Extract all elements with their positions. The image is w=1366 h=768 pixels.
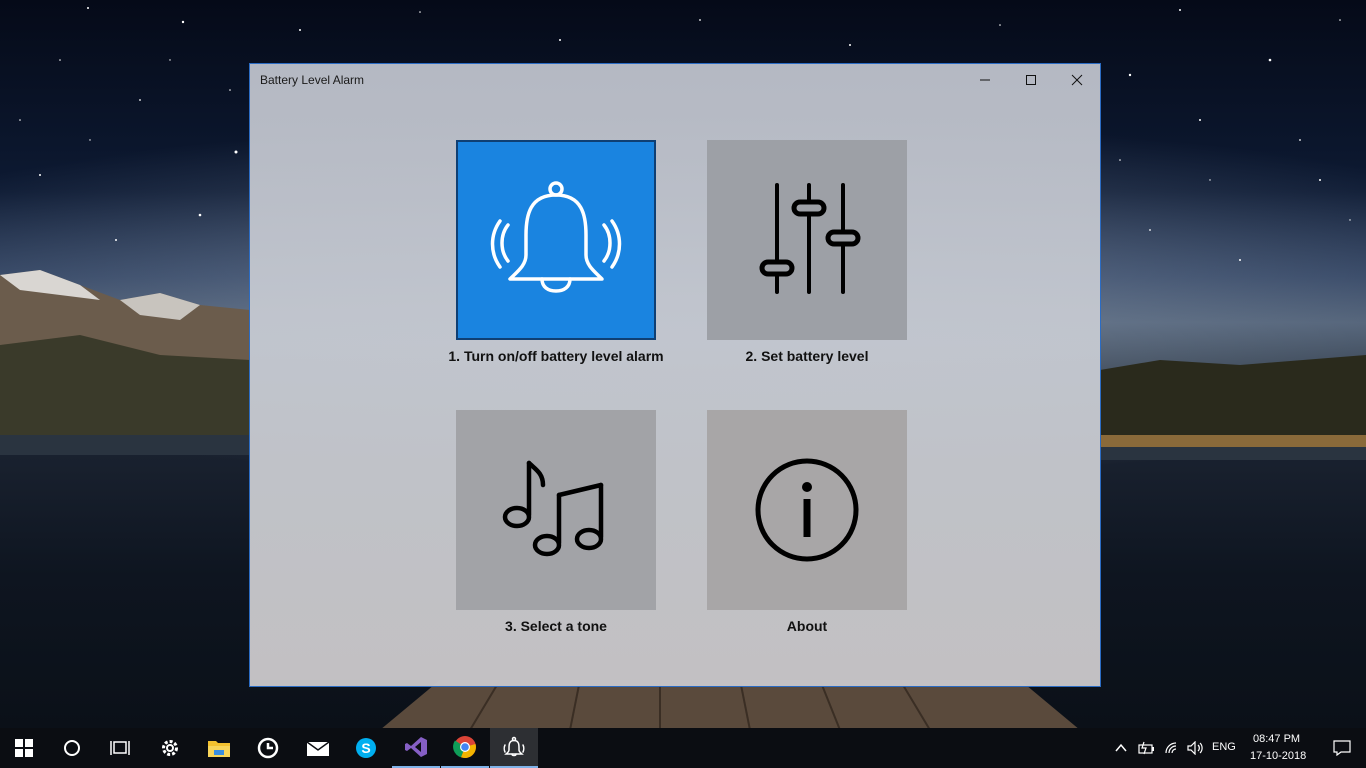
- sliders-icon: [759, 183, 861, 294]
- chrome-button[interactable]: [441, 728, 489, 768]
- mail-icon: [306, 741, 330, 756]
- tile-about[interactable]: [707, 410, 907, 610]
- maximize-button[interactable]: [1008, 64, 1054, 96]
- wooden-pier: [380, 680, 1080, 730]
- mountains-right: [1100, 355, 1366, 460]
- svg-text:S: S: [361, 740, 370, 756]
- file-explorer-icon: [208, 741, 230, 757]
- tile-select-tone[interactable]: [456, 410, 656, 610]
- music-notes-icon: [502, 460, 604, 557]
- tile-set-battery-level[interactable]: [707, 140, 907, 340]
- window-title: Battery Level Alarm: [260, 73, 365, 87]
- cortana-button[interactable]: [48, 728, 96, 768]
- maximize-icon: [1026, 75, 1036, 85]
- visual-studio-button[interactable]: [392, 728, 440, 768]
- task-view-button[interactable]: [96, 728, 144, 768]
- speaker-icon: [1187, 741, 1203, 755]
- app-button[interactable]: [244, 728, 292, 768]
- mountains-left: [0, 270, 250, 455]
- taskbar: S ENG 08:47 PM 17-10-2018: [0, 728, 1366, 768]
- clock-date[interactable]: 17-10-2018: [1250, 750, 1306, 762]
- chrome-icon: [453, 736, 476, 759]
- battery-alarm-button[interactable]: [490, 728, 538, 768]
- close-icon: [1071, 74, 1083, 86]
- start-button[interactable]: [0, 728, 48, 768]
- mail-button[interactable]: [294, 728, 342, 768]
- network-tray-button[interactable]: [1160, 728, 1184, 768]
- battery-alarm-icon: [503, 736, 525, 757]
- app-window: Battery Level Alarm 1. Turn on/off batte…: [249, 63, 1101, 687]
- skype-icon: S: [356, 738, 376, 758]
- wifi-icon: [1165, 742, 1177, 754]
- tile-toggle-alarm[interactable]: [456, 140, 656, 340]
- volume-tray-button[interactable]: [1184, 728, 1208, 768]
- file-explorer-button[interactable]: [195, 728, 243, 768]
- battery-tray-button[interactable]: [1134, 728, 1160, 768]
- action-center-button[interactable]: [1318, 728, 1366, 768]
- skype-button[interactable]: S: [342, 728, 390, 768]
- tile-label-about: About: [786, 618, 828, 634]
- cortana-icon: [64, 740, 80, 756]
- task-view-icon: [110, 741, 130, 755]
- bell-icon: [490, 181, 622, 293]
- show-hidden-icons-button[interactable]: [1110, 728, 1132, 768]
- minimize-button[interactable]: [962, 64, 1008, 96]
- settings-icon: [162, 740, 178, 756]
- windows-start-icon: [15, 739, 33, 757]
- title-bar[interactable]: Battery Level Alarm: [250, 64, 1100, 96]
- notification-icon: [1333, 740, 1351, 756]
- battery-icon: [1138, 741, 1154, 755]
- settings-button[interactable]: [146, 728, 194, 768]
- close-button[interactable]: [1054, 64, 1100, 96]
- clock-time[interactable]: 08:47 PM: [1253, 733, 1300, 745]
- app-icon: [257, 737, 279, 759]
- input-language[interactable]: ENG: [1212, 741, 1236, 753]
- info-icon: [755, 458, 859, 562]
- chevron-up-icon: [1115, 743, 1127, 752]
- minimize-icon: [980, 79, 990, 81]
- tile-label-set-battery-level: 2. Set battery level: [745, 348, 869, 364]
- visual-studio-icon: [405, 737, 427, 757]
